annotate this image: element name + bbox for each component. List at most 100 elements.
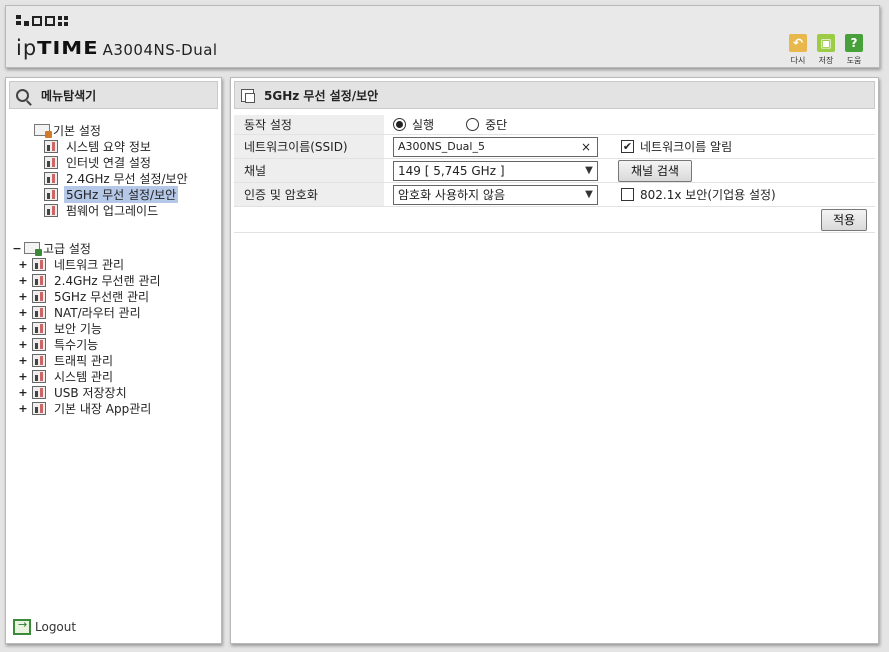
clear-icon[interactable]: × xyxy=(581,140,597,154)
dot1x-checkbox[interactable] xyxy=(621,188,634,201)
auth-select[interactable]: 암호화 사용하지 않음 ▼ xyxy=(393,184,598,205)
tools-icon xyxy=(32,337,46,351)
channel-scan-button[interactable]: 채널 검색 xyxy=(618,159,692,182)
channel-value: 149 [ 5,745 GHz ] xyxy=(398,163,505,178)
expand-toggle[interactable]: + xyxy=(18,386,28,399)
basic-settings-node[interactable]: 기본 설정 xyxy=(22,122,221,138)
apply-button[interactable]: 적용 xyxy=(821,208,867,231)
sidebar-item-network[interactable]: + 네트워크 관리 xyxy=(18,256,221,272)
mode-row: 동작 설정 실행 중단 xyxy=(234,115,875,135)
basic-settings-group: 기본 설정 시스템 요약 정보 인터넷 연결 설정 2.4GHz 무선 설정/보… xyxy=(22,122,221,218)
channel-select[interactable]: 149 [ 5,745 GHz ] ▼ xyxy=(393,160,598,181)
ssid-label: 네트워크이름(SSID) xyxy=(234,135,384,158)
advanced-settings-label: 고급 설정 xyxy=(43,241,91,256)
brand-logo: ip TIME A3004NS-Dual xyxy=(16,36,218,60)
expand-toggle[interactable]: + xyxy=(18,258,28,271)
mode-label: 동작 설정 xyxy=(234,115,384,134)
expand-toggle[interactable]: + xyxy=(18,354,28,367)
sidebar-item-wireless-24ghz[interactable]: 2.4GHz 무선 설정/보안 xyxy=(44,170,221,186)
network-icon xyxy=(32,257,46,271)
monitor-icon xyxy=(44,155,58,169)
help-label: 도움 xyxy=(846,56,862,65)
logout-button[interactable]: Logout xyxy=(13,618,77,635)
ssid-row: 네트워크이름(SSID) A300NS_Dual_5 × ✔ 네트워크이름 알림 xyxy=(234,135,875,159)
upgrade-icon xyxy=(44,203,58,217)
usb-icon xyxy=(32,385,46,399)
advanced-settings-node[interactable]: − 고급 설정 xyxy=(12,240,221,256)
traffic-icon xyxy=(32,353,46,367)
menu-explorer-header: 메뉴탐색기 xyxy=(9,81,218,109)
ssid-broadcast-checkbox[interactable]: ✔ xyxy=(621,140,634,153)
expand-toggle[interactable]: + xyxy=(18,290,28,303)
save-icon: ▣ xyxy=(817,34,835,52)
sidebar-item-usb-storage[interactable]: + USB 저장장치 xyxy=(18,384,221,400)
help-button[interactable]: ? 도움 xyxy=(843,34,865,66)
mode-run-radio[interactable] xyxy=(393,118,406,131)
brand-time: TIME xyxy=(37,37,99,59)
sidebar-item-security[interactable]: + 보안 기능 xyxy=(18,320,221,336)
sidebar-item-wlan-24ghz[interactable]: + 2.4GHz 무선랜 관리 xyxy=(18,272,221,288)
sidebar-item-special[interactable]: + 특수기능 xyxy=(18,336,221,352)
sidebar-item-system-summary[interactable]: 시스템 요약 정보 xyxy=(44,138,221,154)
dot1x-label: 802.1x 보안(기업용 설정) xyxy=(640,188,776,202)
sidebar-item-builtin-apps[interactable]: + 기본 내장 App관리 xyxy=(18,400,221,416)
sidebar-item-nat-router[interactable]: + NAT/라우터 관리 xyxy=(18,304,221,320)
lock-icon xyxy=(32,321,46,335)
mode-run-label: 실행 xyxy=(412,118,435,132)
wifi-icon xyxy=(44,171,58,185)
settings-panel-header: 5GHz 무선 설정/보안 xyxy=(234,81,875,109)
settings-panel: 5GHz 무선 설정/보안 동작 설정 실행 중단 네트워크이름(SSID) A… xyxy=(230,77,879,644)
sidebar-item-wlan-5ghz[interactable]: + 5GHz 무선랜 관리 xyxy=(18,288,221,304)
channel-label: 채널 xyxy=(234,159,384,182)
expand-toggle[interactable]: + xyxy=(18,322,28,335)
sidebar-item-wireless-5ghz[interactable]: 5GHz 무선 설정/보안 xyxy=(44,185,221,203)
undo-label: 다시 xyxy=(790,56,806,65)
folder-icon xyxy=(24,242,42,256)
apply-row: 적용 xyxy=(234,207,875,233)
basic-settings-label: 기본 설정 xyxy=(53,123,101,138)
advanced-settings-group: − 고급 설정 + 네트워크 관리 + 2.4GHz 무선랜 관리 + 5GHz… xyxy=(12,240,221,416)
expand-toggle[interactable]: + xyxy=(18,274,28,287)
brand-logo-mark xyxy=(16,15,68,26)
top-header: ip TIME A3004NS-Dual ↶ 다시 ▣ 저장 ? 도움 xyxy=(5,5,880,68)
brand-ip: ip xyxy=(16,36,38,60)
mode-stop-radio[interactable] xyxy=(466,118,480,131)
ssid-broadcast-label: 네트워크이름 알림 xyxy=(640,140,733,154)
logout-icon xyxy=(13,618,31,635)
page-icon xyxy=(241,88,255,103)
undo-icon: ↶ xyxy=(789,34,807,52)
auth-value: 암호화 사용하지 않음 xyxy=(398,188,505,202)
wifi-icon xyxy=(32,289,46,303)
chevron-down-icon: ▼ xyxy=(585,189,593,200)
sidebar-item-traffic[interactable]: + 트래픽 관리 xyxy=(18,352,221,368)
collapse-toggle[interactable]: − xyxy=(12,242,22,255)
ssid-input[interactable]: A300NS_Dual_5 × xyxy=(393,136,598,157)
logout-label: Logout xyxy=(35,620,77,634)
save-button[interactable]: ▣ 저장 xyxy=(815,34,837,66)
expand-toggle[interactable]: + xyxy=(18,306,28,319)
sidebar-item-internet-setup[interactable]: 인터넷 연결 설정 xyxy=(44,154,221,170)
page-title: 5GHz 무선 설정/보안 xyxy=(264,88,379,103)
mode-stop-label: 중단 xyxy=(485,118,508,132)
header-toolbar: ↶ 다시 ▣ 저장 ? 도움 xyxy=(787,34,865,66)
sidebar-item-system[interactable]: + 시스템 관리 xyxy=(18,368,221,384)
expand-toggle[interactable]: + xyxy=(18,370,28,383)
help-icon: ? xyxy=(845,34,863,52)
folder-icon xyxy=(34,124,52,138)
wifi-icon xyxy=(32,273,46,287)
wireless-settings-form: 동작 설정 실행 중단 네트워크이름(SSID) A300NS_Dual_5 ×… xyxy=(234,115,875,233)
menu-tree: 기본 설정 시스템 요약 정보 인터넷 연결 설정 2.4GHz 무선 설정/보… xyxy=(6,122,221,416)
app-icon xyxy=(32,401,46,415)
magnifier-icon xyxy=(16,88,29,102)
menu-explorer-title: 메뉴탐색기 xyxy=(41,88,97,103)
expand-toggle[interactable]: + xyxy=(18,402,28,415)
auth-row: 인증 및 암호화 암호화 사용하지 않음 ▼ 802.1x 보안(기업용 설정) xyxy=(234,183,875,207)
model-name: A3004NS-Dual xyxy=(102,41,218,59)
undo-button[interactable]: ↶ 다시 xyxy=(787,34,809,66)
expand-toggle[interactable]: + xyxy=(18,338,28,351)
chart-icon xyxy=(44,139,58,153)
ssid-value: A300NS_Dual_5 xyxy=(398,140,485,153)
chevron-down-icon: ▼ xyxy=(585,165,593,176)
sidebar-item-firmware-upgrade[interactable]: 펌웨어 업그레이드 xyxy=(44,202,221,218)
menu-explorer-panel: 메뉴탐색기 기본 설정 시스템 요약 정보 인터넷 연결 설정 2.4GHz 무… xyxy=(5,77,222,644)
